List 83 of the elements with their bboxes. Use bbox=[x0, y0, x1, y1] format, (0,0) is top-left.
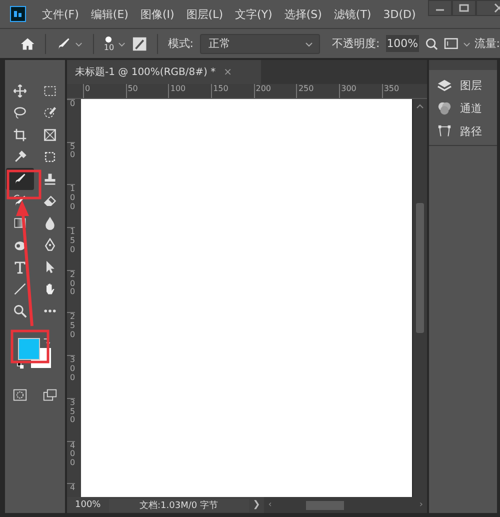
app-logo-icon[interactable] bbox=[10, 6, 26, 22]
eraser-icon[interactable] bbox=[43, 194, 57, 208]
zoom-icon[interactable] bbox=[13, 304, 27, 318]
menu-item[interactable]: 编辑(E) bbox=[90, 6, 128, 22]
lasso-icon[interactable] bbox=[13, 106, 27, 120]
opacity-field[interactable]: 100% bbox=[386, 35, 420, 52]
brush-icon[interactable] bbox=[13, 172, 27, 186]
info-menu-arrow[interactable]: ❯ bbox=[248, 500, 264, 510]
home-icon[interactable] bbox=[20, 36, 36, 52]
ruler-label: 250 bbox=[67, 312, 75, 356]
scroll-left-arrow[interactable]: ‹ bbox=[264, 500, 276, 510]
minimize-button[interactable] bbox=[428, 0, 452, 16]
line-icon[interactable] bbox=[13, 282, 27, 296]
ruler-label: 200 bbox=[67, 270, 75, 312]
mode-dropdown[interactable]: 正常 bbox=[200, 34, 320, 54]
quick-mask-icon[interactable] bbox=[13, 388, 27, 402]
ruler-label: 300 bbox=[339, 84, 382, 98]
scroll-right-arrow[interactable]: › bbox=[415, 500, 427, 510]
vertical-scrollbar[interactable] bbox=[413, 99, 427, 497]
ruler-label: 0 bbox=[83, 84, 126, 98]
ruler-label: 100 bbox=[67, 184, 75, 228]
frame-icon[interactable] bbox=[43, 128, 57, 142]
move-icon[interactable] bbox=[13, 84, 27, 98]
quick-select-icon[interactable] bbox=[43, 106, 57, 120]
ruler-label: 50 bbox=[67, 142, 75, 184]
menu-item[interactable]: 文件(F) bbox=[42, 6, 79, 22]
brush-panel-icon[interactable] bbox=[132, 36, 147, 52]
brush-tip-icon[interactable] bbox=[105, 36, 112, 42]
menu-item[interactable]: 图像(I) bbox=[140, 6, 174, 22]
marquee-icon[interactable] bbox=[43, 84, 57, 98]
ruler-label: 300 bbox=[67, 355, 75, 398]
swap-colors-icon[interactable] bbox=[43, 338, 50, 345]
ruler-label: 200 bbox=[254, 84, 296, 98]
ruler-label: 250 bbox=[296, 84, 340, 98]
ruler-label: 150 bbox=[211, 84, 254, 98]
document-tab[interactable]: 未标题-1 @ 100%(RGB/8#) * × bbox=[67, 60, 261, 84]
flow-label: 流量: bbox=[474, 36, 500, 51]
menu-item[interactable]: 图层(L) bbox=[186, 6, 224, 22]
foreground-color-swatch[interactable] bbox=[18, 338, 40, 360]
maximize-button[interactable] bbox=[452, 0, 476, 16]
default-colors-icon[interactable] bbox=[17, 362, 24, 369]
screen-mode-icon[interactable] bbox=[43, 388, 57, 402]
ruler-label: 400 bbox=[67, 440, 75, 484]
mode-label: 模式: bbox=[168, 36, 194, 51]
crop-icon[interactable] bbox=[13, 128, 27, 142]
ruler-label: 0 bbox=[67, 99, 75, 142]
maximize-icon[interactable] bbox=[458, 2, 470, 14]
document-info[interactable]: 文档:1.03M/0 字节 bbox=[108, 498, 249, 512]
type-icon[interactable] bbox=[13, 260, 27, 274]
brush-size: 10 bbox=[104, 42, 114, 52]
highlight-box bbox=[6, 170, 42, 200]
channels-panel-button[interactable]: 通道 bbox=[437, 101, 497, 116]
scroll-thumb[interactable] bbox=[416, 203, 424, 333]
pen-icon[interactable] bbox=[43, 238, 57, 252]
scroll-up-icon[interactable] bbox=[416, 103, 424, 111]
ruler-label: 100 bbox=[168, 84, 212, 98]
pressure-icon[interactable] bbox=[425, 36, 438, 50]
paths-panel-button[interactable]: 路径 bbox=[437, 124, 497, 139]
layers-panel-button[interactable]: 图层 bbox=[437, 78, 497, 93]
menu-item[interactable]: 滤镜(T) bbox=[334, 6, 372, 22]
stamp-icon[interactable] bbox=[43, 172, 57, 186]
menu-item[interactable]: 文字(Y) bbox=[235, 6, 272, 22]
caret-icon[interactable] bbox=[462, 40, 470, 48]
menu-item[interactable]: 3D(D) bbox=[383, 8, 416, 20]
channels-icon[interactable] bbox=[437, 101, 452, 116]
paths-icon[interactable] bbox=[437, 124, 452, 139]
layers-icon[interactable] bbox=[437, 78, 452, 93]
ruler-label: 350 bbox=[67, 398, 75, 440]
caret-icon[interactable] bbox=[75, 40, 83, 48]
highlight-box bbox=[10, 330, 50, 364]
ruler-label: 350 bbox=[382, 84, 424, 98]
scroll-thumb[interactable] bbox=[306, 500, 344, 510]
zoom-level[interactable]: 100% bbox=[67, 500, 109, 510]
caret-icon[interactable] bbox=[118, 40, 126, 48]
panel-toggle-icon[interactable] bbox=[444, 36, 459, 50]
patch-icon[interactable] bbox=[43, 150, 57, 164]
menu-item[interactable]: 选择(S) bbox=[284, 6, 322, 22]
caret-icon[interactable] bbox=[304, 40, 313, 48]
drop-icon[interactable] bbox=[43, 216, 57, 230]
opacity-label: 不透明度: bbox=[332, 36, 380, 51]
ruler-label: 150 bbox=[67, 227, 75, 270]
tab-close-button[interactable]: × bbox=[224, 66, 232, 78]
ruler-label: 50 bbox=[126, 84, 168, 98]
